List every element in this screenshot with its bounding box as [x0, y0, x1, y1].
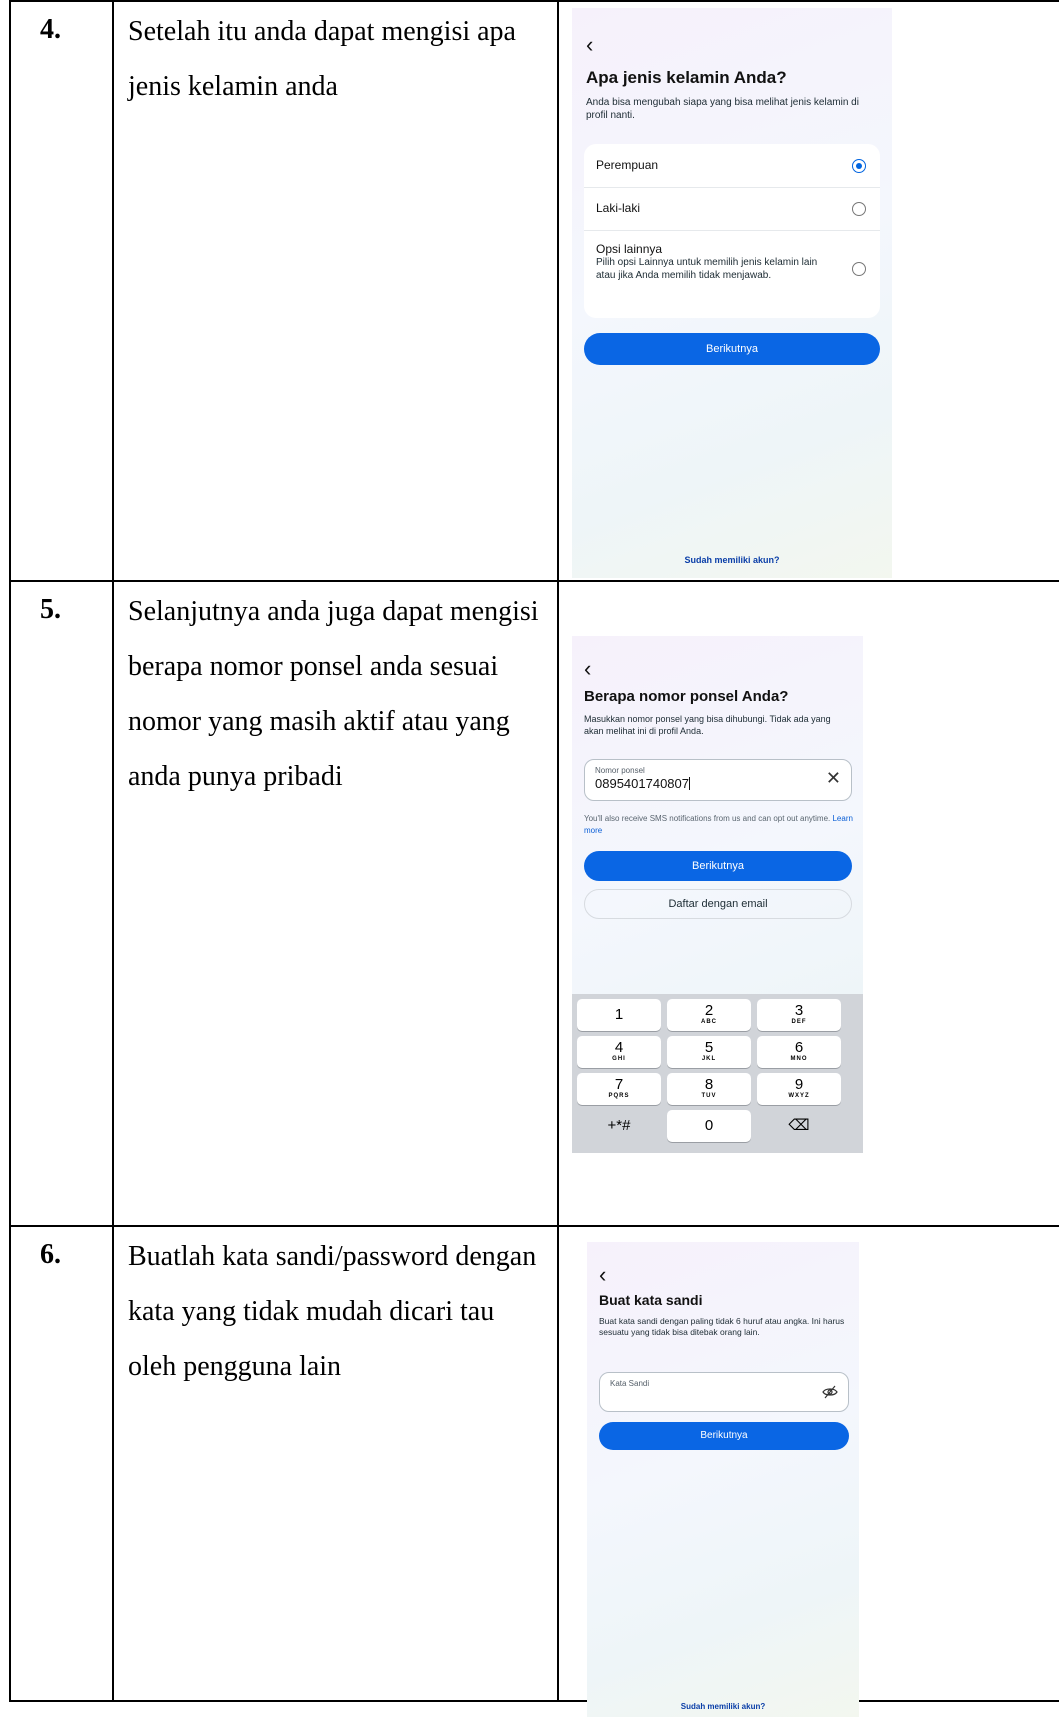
step-number: 4.	[40, 14, 61, 45]
key-digit: 4	[614, 1039, 624, 1056]
keypad-key[interactable]: 1	[577, 999, 661, 1031]
phone-screenshot-phone-number: ‹ Berapa nomor ponsel Anda? Masukkan nom…	[572, 636, 863, 1153]
keypad-key[interactable]: 4 GHI	[577, 1036, 661, 1068]
step-number: 5.	[40, 594, 61, 625]
text-caret	[689, 777, 690, 790]
screen-subtitle: Masukkan nomor ponsel yang bisa dihubung…	[584, 714, 831, 736]
key-digit: 5	[704, 1039, 714, 1056]
phone-number-field[interactable]: Nomor ponsel 0895401740807 ✕	[584, 759, 852, 801]
key-digit: 0	[704, 1117, 714, 1134]
table-border-row5-bottom	[9, 1225, 1059, 1227]
key-digit: 3	[794, 1002, 804, 1019]
step-description: Buatlah kata sandi/password dengan kata …	[128, 1241, 537, 1382]
screen-subtitle: Buat kata sandi dengan paling tidak 6 hu…	[599, 1316, 845, 1337]
chevron-left-icon[interactable]: ‹	[584, 658, 591, 680]
key-digit: +*#	[607, 1117, 631, 1134]
keypad-key[interactable]: 5 JKL	[667, 1036, 751, 1068]
sms-note-text: You'll also receive SMS notifications fr…	[584, 814, 831, 823]
sms-note: You'll also receive SMS notifications fr…	[584, 813, 854, 837]
key-letters: PQRS	[608, 1093, 630, 1099]
option-label: Opsi lainnya	[596, 242, 663, 256]
table-border-bottom	[9, 1700, 1059, 1702]
next-button[interactable]: Berikutnya	[599, 1422, 849, 1450]
table-border-row4-bottom	[9, 580, 1059, 582]
register-email-button[interactable]: Daftar dengan email	[584, 889, 852, 919]
key-letters: MNO	[790, 1056, 808, 1062]
keypad-key[interactable]: 7 PQRS	[577, 1073, 661, 1105]
option-label: Perempuan	[596, 158, 659, 172]
screen-subtitle: Anda bisa mengubah siapa yang bisa melih…	[586, 97, 859, 121]
key-letters: JKL	[701, 1056, 717, 1062]
key-digit: 8	[704, 1076, 714, 1093]
screen-title: Berapa nomor ponsel Anda?	[584, 688, 789, 705]
key-letters: ABC	[701, 1019, 717, 1025]
key-digit: 9	[794, 1076, 804, 1093]
key-letters: TUV	[701, 1093, 717, 1099]
next-button[interactable]: Berikutnya	[584, 333, 880, 365]
key-digit: ⌫	[788, 1117, 810, 1134]
phone-screenshot-password: ‹ Buat kata sandi Buat kata sandi dengan…	[587, 1242, 859, 1717]
table-border-left	[9, 0, 11, 1702]
step-description: Selanjutnya anda juga dapat mengisi bera…	[128, 596, 539, 792]
option-description: Pilih opsi Lainnya untuk memilih jenis k…	[596, 257, 818, 281]
input-value: 0895401740807	[595, 776, 690, 791]
numeric-keypad: 1 2 ABC 3 DEF 4 GHI 5 JKL 6 MNO 7 PQRS 8 TUV 9 WXYZ +*# 0 ⌫	[572, 994, 863, 1153]
close-icon[interactable]: ✕	[826, 768, 841, 789]
key-letters: DEF	[791, 1019, 807, 1025]
option-perempuan[interactable]: Perempuan	[584, 144, 880, 188]
step-number: 6.	[40, 1239, 61, 1270]
input-label: Nomor ponsel	[595, 766, 645, 775]
screen-title: Apa jenis kelamin Anda?	[586, 68, 787, 87]
radio-icon[interactable]	[852, 262, 866, 276]
table-col-divider-1	[112, 0, 114, 1702]
next-button[interactable]: Berikutnya	[584, 851, 852, 881]
keypad-key[interactable]: +*#	[577, 1110, 661, 1142]
key-digit: 7	[614, 1076, 624, 1093]
chevron-left-icon[interactable]: ‹	[599, 1264, 606, 1286]
password-field[interactable]: Kata Sandi	[599, 1372, 849, 1412]
option-label: Laki-laki	[596, 201, 641, 215]
screen-title: Buat kata sandi	[599, 1292, 703, 1308]
login-link[interactable]: Sudah memiliki akun?	[572, 555, 892, 565]
keypad-key[interactable]: 3 DEF	[757, 999, 841, 1031]
keypad-key[interactable]: 0	[667, 1110, 751, 1142]
phone-number-value: 0895401740807	[595, 776, 689, 791]
key-letters: WXYZ	[788, 1093, 810, 1099]
backspace-key[interactable]: ⌫	[757, 1110, 841, 1142]
table-border-top	[9, 0, 1059, 2]
radio-icon[interactable]	[852, 202, 866, 216]
option-laki-laki[interactable]: Laki-laki	[584, 187, 880, 231]
key-digit: 2	[704, 1002, 714, 1019]
key-digit: 1	[614, 1006, 624, 1023]
option-lainnya[interactable]: Opsi lainnya Pilih opsi Lainnya untuk me…	[584, 230, 880, 318]
gender-options-card: Perempuan Laki-laki Opsi lainnya Pilih o…	[584, 144, 880, 318]
step-description: Setelah itu anda dapat mengisi apa jenis…	[128, 16, 516, 102]
key-digit: 6	[794, 1039, 804, 1056]
chevron-left-icon[interactable]: ‹	[586, 34, 593, 56]
keypad-key[interactable]: 8 TUV	[667, 1073, 751, 1105]
radio-selected-icon[interactable]	[852, 159, 866, 173]
table-col-divider-2	[557, 0, 559, 1702]
input-label: Kata Sandi	[610, 1379, 650, 1388]
keypad-key[interactable]: 2 ABC	[667, 999, 751, 1031]
eye-off-icon[interactable]	[822, 1385, 838, 1399]
key-letters: GHI	[612, 1056, 626, 1062]
login-link[interactable]: Sudah memiliki akun?	[587, 1702, 859, 1711]
phone-screenshot-gender: ‹ Apa jenis kelamin Anda? Anda bisa meng…	[572, 8, 892, 578]
keypad-key[interactable]: 9 WXYZ	[757, 1073, 841, 1105]
keypad-key[interactable]: 6 MNO	[757, 1036, 841, 1068]
